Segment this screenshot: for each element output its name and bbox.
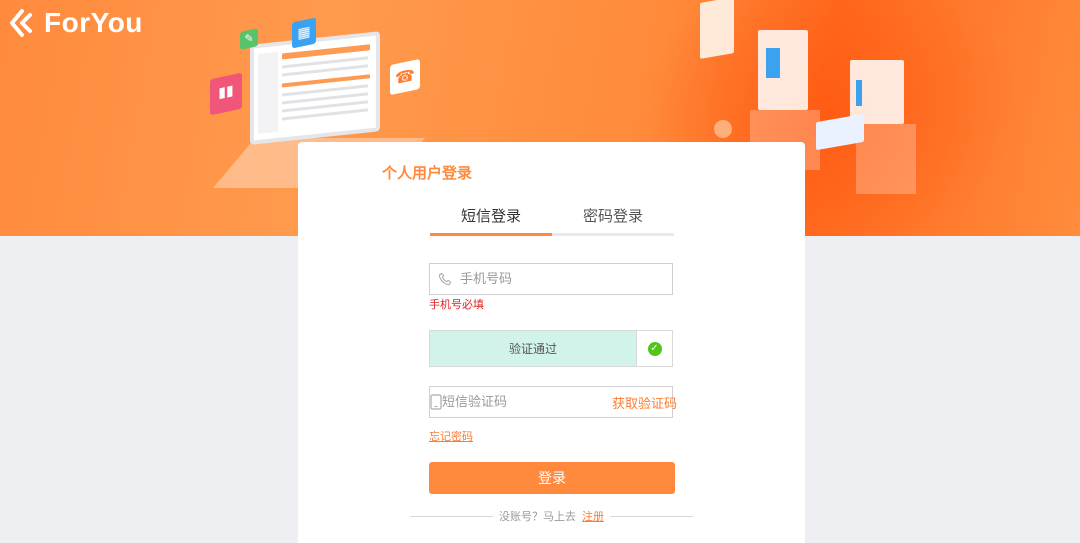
sphere-decoration	[714, 120, 732, 138]
login-button[interactable]: 登录	[429, 462, 675, 494]
get-code-button[interactable]: 获取验证码	[612, 393, 687, 412]
document-icon	[700, 0, 734, 59]
divider	[610, 515, 693, 517]
foryou-logo-icon	[10, 9, 32, 37]
phone-input[interactable]	[460, 265, 672, 293]
grid-icon: ▦	[292, 17, 316, 49]
bar-chart-icon: ▮▮	[210, 72, 242, 116]
brand-name: ForYou	[44, 7, 143, 38]
pencil-icon: ✎	[240, 28, 258, 50]
login-card: 个人用户登录 短信登录 密码登录 手机号必填 验证通过 ✓ 获取验证码 忘记密码…	[298, 142, 805, 543]
mobile-icon	[430, 394, 442, 410]
phone-icon	[430, 272, 460, 286]
tab-password-login[interactable]: 密码登录	[552, 206, 674, 233]
slider-captcha[interactable]: 验证通过 ✓	[429, 330, 673, 367]
forgot-password-link[interactable]: 忘记密码	[429, 428, 473, 444]
sms-code-input[interactable]	[442, 388, 612, 416]
server-block	[758, 30, 808, 110]
captcha-status: 验证通过	[430, 331, 636, 366]
check-circle-icon: ✓	[647, 341, 662, 356]
laptop-screen	[250, 31, 380, 145]
no-account-text: 没账号？马上去	[499, 510, 576, 523]
register-link[interactable]: 注册	[582, 508, 604, 524]
login-title: 个人用户登录	[382, 164, 473, 182]
captcha-handle[interactable]: ✓	[636, 331, 672, 366]
brand-logo[interactable]: ForYou	[8, 6, 143, 40]
login-tabs: 短信登录 密码登录	[430, 206, 674, 236]
tab-sms-login[interactable]: 短信登录	[430, 206, 552, 236]
phone-error-message: 手机号必填	[429, 298, 484, 311]
sms-code-field[interactable]: 获取验证码	[429, 386, 677, 418]
signup-prompt: 没账号？马上去 注册	[410, 508, 693, 524]
telephone-icon: ☎	[390, 58, 420, 96]
divider	[410, 515, 493, 517]
phone-field[interactable]	[429, 263, 673, 295]
